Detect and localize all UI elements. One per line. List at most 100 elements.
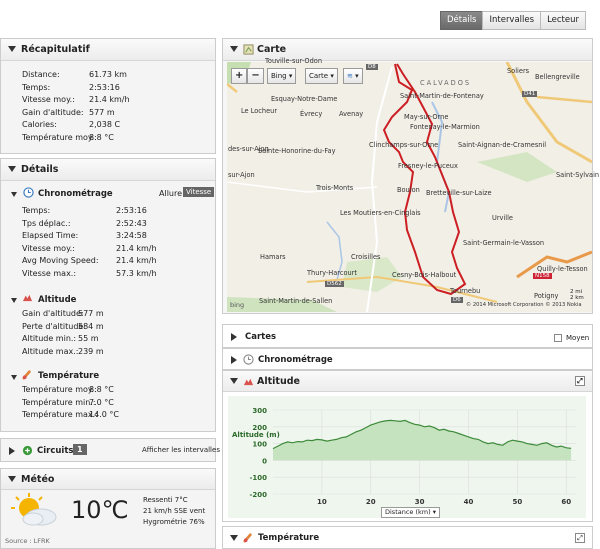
humidity: Hygrométrie 76% xyxy=(143,518,205,526)
distance-select[interactable]: Distance (km) ▾ xyxy=(381,507,440,518)
view-tabs: Détails Intervalles Lecteur xyxy=(440,11,586,30)
weather-temperature: 10℃ xyxy=(71,496,129,524)
road-label: N158 xyxy=(533,273,552,279)
stat-value: 239 m xyxy=(78,346,104,356)
altitude-chart-header[interactable]: Altitude ⤢ xyxy=(223,371,592,392)
collapse-icon[interactable] xyxy=(230,46,238,52)
y-tick-label: 100 xyxy=(252,441,267,449)
tab-player[interactable]: Lecteur xyxy=(540,11,586,30)
zoom-out-button[interactable]: − xyxy=(247,68,264,84)
stat-label: Température moy.: xyxy=(22,385,97,394)
temperature-title: Température xyxy=(38,371,100,381)
timing-title: Chronométrage xyxy=(38,189,113,199)
collapse-icon[interactable] xyxy=(230,378,238,384)
stat-label: Temps: xyxy=(22,206,51,215)
y-tick-label: 300 xyxy=(252,407,267,415)
stat-label: Température min.: xyxy=(22,397,96,407)
stat-label: Elapsed Time: xyxy=(22,231,79,240)
show-intervals-link[interactable]: Afficher les intervalles xyxy=(142,446,220,454)
weather-title: Météo xyxy=(21,474,55,485)
chrono-title[interactable]: Chronométrage xyxy=(258,355,333,365)
top-bar: Détails Intervalles Lecteur xyxy=(0,0,600,34)
map-type-label: Carte xyxy=(309,72,329,80)
expand-icon[interactable] xyxy=(9,447,15,455)
stat-value: 55 m xyxy=(78,334,99,343)
temperature-section: Température ⤢ xyxy=(222,526,593,549)
collapse-icon[interactable] xyxy=(11,375,17,380)
stat-label: Vitesse moy.: xyxy=(22,243,75,253)
stat-label: Température moy.: xyxy=(22,132,97,142)
weather-header[interactable]: Météo xyxy=(1,469,215,490)
map-town-label: CALVADOS xyxy=(420,79,472,87)
moyen-checkbox[interactable] xyxy=(554,334,562,342)
map-town-label: Fontenay-le-Marmion xyxy=(410,123,480,131)
map-town-label: Esquay-Notre-Dame xyxy=(271,95,338,103)
x-tick-label: 60 xyxy=(561,498,571,506)
summary-header[interactable]: Récapitulatif xyxy=(1,39,215,61)
layers-button[interactable]: ≋ ▾ xyxy=(343,68,363,84)
layers-icon: ≋ xyxy=(347,72,353,80)
y-tick-label: -200 xyxy=(249,491,267,499)
summary-panel: Récapitulatif Distance: 61.73 km Temps: 2:5… xyxy=(0,38,216,154)
stat-label: Distance: xyxy=(22,70,60,79)
zoom-in-button[interactable]: + xyxy=(231,68,248,84)
collapse-icon[interactable] xyxy=(8,166,16,172)
circuits-title[interactable]: Circuits xyxy=(37,446,73,456)
map-town-label: Thury-Harcourt xyxy=(307,269,357,277)
circuits-icon xyxy=(22,445,33,456)
expand-icon[interactable] xyxy=(231,333,237,341)
bing-logo: bing xyxy=(230,301,245,309)
stat-label: Calories: xyxy=(22,120,57,129)
stat-value: 2:53:16 xyxy=(116,206,147,215)
map-town-label: Saint-Germain-le-Vasson xyxy=(463,239,545,247)
stat-value: 7.0 °C xyxy=(89,397,114,407)
expand-fullscreen-icon[interactable]: ⤢ xyxy=(575,376,585,386)
map-town-label: Saint-Aignan-de-Cramesnil xyxy=(458,141,547,149)
y-axis-label: Altitude (m) xyxy=(232,431,280,439)
stat-value: 61.73 km xyxy=(89,70,127,79)
map-town-label: Potigny xyxy=(534,292,559,300)
stat-value: 57.3 km/h xyxy=(116,268,157,278)
speed-toggle[interactable]: Vitesse xyxy=(183,187,215,197)
y-tick-label: -100 xyxy=(249,474,267,482)
map-type-select[interactable]: Carte ▾ xyxy=(305,68,338,84)
stat-value: 21.4 km/h xyxy=(89,95,130,104)
collapse-icon[interactable] xyxy=(11,298,17,303)
scale-km: 2 km xyxy=(570,295,584,301)
pace-toggle[interactable]: Allure xyxy=(159,189,182,198)
stat-label: Avg Moving Speed: xyxy=(22,256,99,265)
expand-fullscreen-icon[interactable]: ⤢ xyxy=(575,533,585,543)
temperature-section-title[interactable]: Température xyxy=(258,533,319,543)
stat-label: Tps déplac.: xyxy=(22,218,71,228)
map-town-label: sur-Ajon xyxy=(228,171,255,179)
collapse-icon[interactable] xyxy=(8,476,16,482)
map-town-label: Saint-Sylvain xyxy=(556,171,600,179)
collapse-icon[interactable] xyxy=(230,535,238,541)
road-label: D6 xyxy=(451,297,463,303)
x-tick-label: 10 xyxy=(317,498,327,506)
wind: 21 km/h SSE vent xyxy=(143,507,206,515)
tab-details[interactable]: Détails xyxy=(440,11,484,30)
map-town-label: Cesny-Bois-Halbout xyxy=(392,271,457,279)
map-town-label: Urville xyxy=(492,214,513,222)
collapse-icon[interactable] xyxy=(8,46,16,52)
expand-icon[interactable] xyxy=(231,356,237,364)
cartes-title[interactable]: Cartes xyxy=(245,332,276,342)
partly-cloudy-icon xyxy=(11,493,57,526)
collapse-icon[interactable] xyxy=(11,192,17,197)
map-town-label: Fresney-le-Puceux xyxy=(398,162,458,170)
map-town-label: Touville-sur-Odon xyxy=(265,57,323,65)
tab-intervals[interactable]: Intervalles xyxy=(482,11,542,30)
map-town-label: Bretteville-sur-Laize xyxy=(426,189,492,197)
provider-select[interactable]: Bing ▾ xyxy=(267,68,297,84)
map-town-label: Tournebu xyxy=(450,287,481,295)
details-header[interactable]: Détails xyxy=(1,159,215,181)
stat-value: 2,038 C xyxy=(89,120,121,129)
x-tick-label: 30 xyxy=(415,498,425,506)
provider-label: Bing xyxy=(271,72,287,80)
clock-icon xyxy=(23,187,34,198)
map-town-label: Saint-Martin-de-Sallen xyxy=(259,297,333,305)
map-town-label: Évrecy xyxy=(300,110,323,118)
circuits-panel: Circuits 1 Afficher les intervalles xyxy=(0,438,220,462)
stat-value: 21.4 km/h xyxy=(116,243,157,253)
